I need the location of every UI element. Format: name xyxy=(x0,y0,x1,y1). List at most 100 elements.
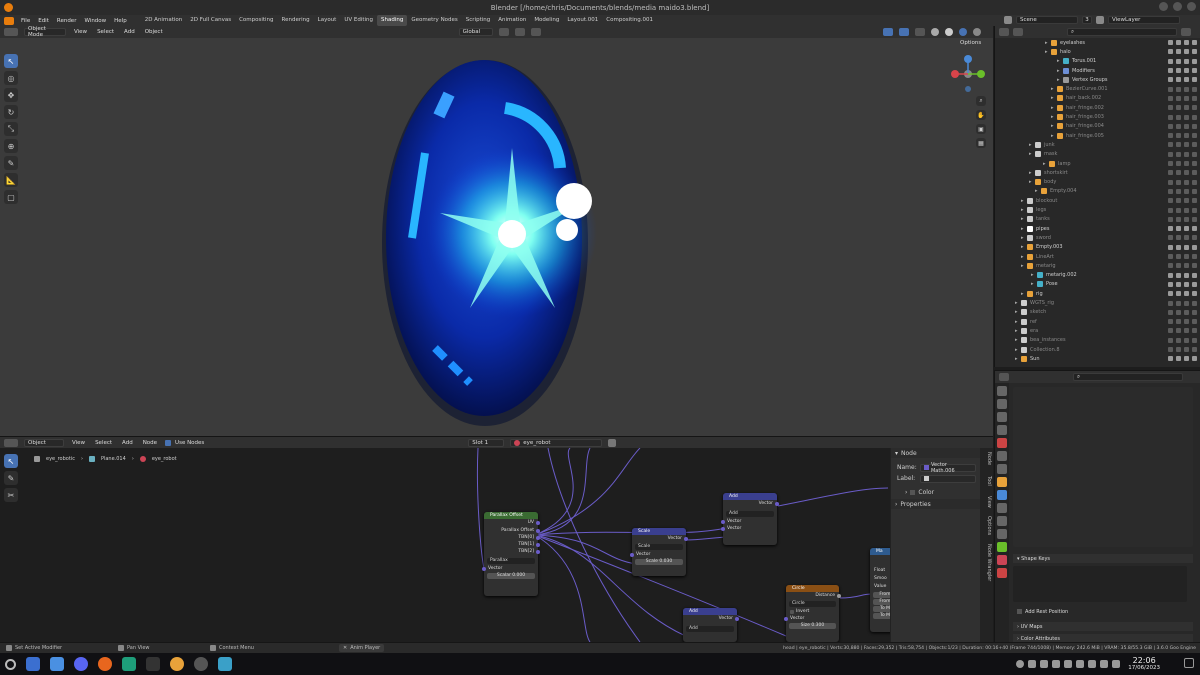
exclude-checkbox-icon[interactable] xyxy=(1168,263,1173,269)
viewport-monitor-icon[interactable] xyxy=(1184,105,1189,111)
viewport-monitor-icon[interactable] xyxy=(1184,95,1189,101)
grid-view-icon[interactable]: ▦ xyxy=(976,138,986,148)
viewport-menu-select[interactable]: Select xyxy=(95,29,116,35)
texture-tab-icon[interactable] xyxy=(997,568,1007,578)
checkbox-icon[interactable] xyxy=(165,439,172,446)
scale-field[interactable]: Scale 0.030 xyxy=(635,559,683,565)
parallax-offset-node[interactable]: Parallax Offset UV Parallax Offset TBN[0… xyxy=(482,512,540,596)
viewport-menu-add[interactable]: Add xyxy=(122,29,137,35)
exclude-checkbox-icon[interactable] xyxy=(1168,86,1173,92)
outliner-row[interactable]: ▸ Collection.8 xyxy=(995,345,1200,354)
blender-menu-icon[interactable] xyxy=(4,16,14,25)
hide-eye-icon[interactable] xyxy=(1176,198,1181,204)
tab-tool[interactable]: Tool xyxy=(981,476,992,486)
app-w-icon[interactable] xyxy=(170,657,184,671)
render-camera-icon[interactable] xyxy=(1192,161,1197,167)
exclude-checkbox-icon[interactable] xyxy=(1168,198,1173,204)
tab-options[interactable]: Options xyxy=(981,516,992,535)
camera-view-icon[interactable]: ▣ xyxy=(976,124,986,134)
outliner-row[interactable]: ▸ ref xyxy=(995,317,1200,326)
shape-keys-list[interactable] xyxy=(1013,566,1187,602)
display-mode-icon[interactable] xyxy=(1013,28,1023,36)
scene-tab-icon[interactable] xyxy=(997,438,1007,448)
tool-tab-icon[interactable] xyxy=(997,386,1007,396)
exclude-checkbox-icon[interactable] xyxy=(1168,356,1173,362)
hide-eye-icon[interactable] xyxy=(1176,328,1181,334)
hide-eye-icon[interactable] xyxy=(1176,105,1181,111)
anim-player-button[interactable]: ✕ Anim Player xyxy=(339,644,385,652)
particles-tab-icon[interactable] xyxy=(997,503,1007,513)
solid-shading-icon[interactable] xyxy=(944,28,953,36)
render-camera-icon[interactable] xyxy=(1192,123,1197,129)
checkbox-icon[interactable] xyxy=(910,489,916,495)
exclude-checkbox-icon[interactable] xyxy=(1168,170,1173,176)
tab-view[interactable]: View xyxy=(981,496,992,508)
material-tab-icon[interactable] xyxy=(997,555,1007,565)
scale-node[interactable]: Scale Vector Scale Vector Scale 0.030 xyxy=(630,528,688,576)
output-socket-uv[interactable]: UV xyxy=(484,519,540,527)
viewport-monitor-icon[interactable] xyxy=(1184,114,1189,120)
render-camera-icon[interactable] xyxy=(1192,142,1197,148)
shape-keys-section[interactable]: ▾ Shape Keys xyxy=(1013,554,1193,563)
render-camera-icon[interactable] xyxy=(1192,347,1197,353)
hide-eye-icon[interactable] xyxy=(1176,300,1181,306)
outliner-row[interactable]: ▸ hair_back.002 xyxy=(995,94,1200,103)
viewport-monitor-icon[interactable] xyxy=(1184,244,1189,250)
viewport-monitor-icon[interactable] xyxy=(1184,77,1189,83)
viewport-monitor-icon[interactable] xyxy=(1184,300,1189,306)
tab-geometry-nodes[interactable]: Geometry Nodes xyxy=(407,15,461,26)
input-socket-vector[interactable]: Vector xyxy=(721,518,777,525)
viewport-monitor-icon[interactable] xyxy=(1184,142,1189,148)
exclude-checkbox-icon[interactable] xyxy=(1168,319,1173,325)
exclude-checkbox-icon[interactable] xyxy=(1168,105,1173,111)
hide-eye-icon[interactable] xyxy=(1176,58,1181,64)
exclude-checkbox-icon[interactable] xyxy=(1168,226,1173,232)
code-editor-icon[interactable] xyxy=(122,657,136,671)
viewport-monitor-icon[interactable] xyxy=(1184,133,1189,139)
exclude-checkbox-icon[interactable] xyxy=(1168,151,1173,157)
viewport-monitor-icon[interactable] xyxy=(1184,272,1189,278)
viewport-monitor-icon[interactable] xyxy=(1184,216,1189,222)
output-socket-distance[interactable]: Distance xyxy=(786,592,841,600)
object-tab-icon[interactable] xyxy=(997,477,1007,487)
render-camera-icon[interactable] xyxy=(1192,179,1197,185)
viewport-monitor-icon[interactable] xyxy=(1184,151,1189,157)
render-camera-icon[interactable] xyxy=(1192,114,1197,120)
outliner-row[interactable]: ▸ bea_instances xyxy=(995,336,1200,345)
render-camera-icon[interactable] xyxy=(1192,188,1197,194)
operation-selector[interactable]: Scale xyxy=(635,544,683,550)
outliner-row[interactable]: ▸ legs xyxy=(995,205,1200,214)
tab-uv-editing[interactable]: UV Editing xyxy=(340,15,377,26)
display-tray-icon[interactable] xyxy=(1112,660,1120,668)
viewport-monitor-icon[interactable] xyxy=(1184,356,1189,362)
render-camera-icon[interactable] xyxy=(1192,95,1197,101)
list-area[interactable] xyxy=(1013,387,1193,547)
input-socket-vector[interactable]: Vector xyxy=(784,615,839,622)
render-camera-icon[interactable] xyxy=(1192,216,1197,222)
view-layer-tab-icon[interactable] xyxy=(997,425,1007,435)
outliner-row[interactable]: ▸ halo xyxy=(995,47,1200,56)
rendered-shading-icon[interactable] xyxy=(972,28,981,36)
render-camera-icon[interactable] xyxy=(1192,254,1197,260)
hide-eye-icon[interactable] xyxy=(1176,216,1181,222)
hide-eye-icon[interactable] xyxy=(1176,161,1181,167)
exclude-checkbox-icon[interactable] xyxy=(1168,254,1173,260)
node-section-header[interactable]: ▾ Node xyxy=(891,448,980,458)
output-socket-parallax[interactable]: Parallax Offset xyxy=(484,527,540,534)
render-camera-icon[interactable] xyxy=(1192,328,1197,334)
menu-edit[interactable]: Edit xyxy=(34,18,53,24)
pivot-icon[interactable] xyxy=(498,28,509,36)
wireframe-shading-icon[interactable] xyxy=(930,28,939,36)
checkbox-icon[interactable] xyxy=(790,609,794,614)
output-socket-tbn0[interactable]: TBN[0] xyxy=(484,534,540,541)
outliner-row[interactable]: ▸ blockout xyxy=(995,196,1200,205)
minimize-icon[interactable] xyxy=(1159,2,1168,11)
render-camera-icon[interactable] xyxy=(1192,263,1197,269)
viewport-monitor-icon[interactable] xyxy=(1184,198,1189,204)
world-tab-icon[interactable] xyxy=(997,451,1007,461)
node-annotate-tool-icon[interactable]: ✎ xyxy=(4,471,18,485)
bluetooth-tray-icon[interactable] xyxy=(1064,660,1072,668)
menu-render[interactable]: Render xyxy=(53,18,81,24)
outliner-row[interactable]: ▸ eyelashes xyxy=(995,38,1200,47)
menu-help[interactable]: Help xyxy=(110,18,131,24)
